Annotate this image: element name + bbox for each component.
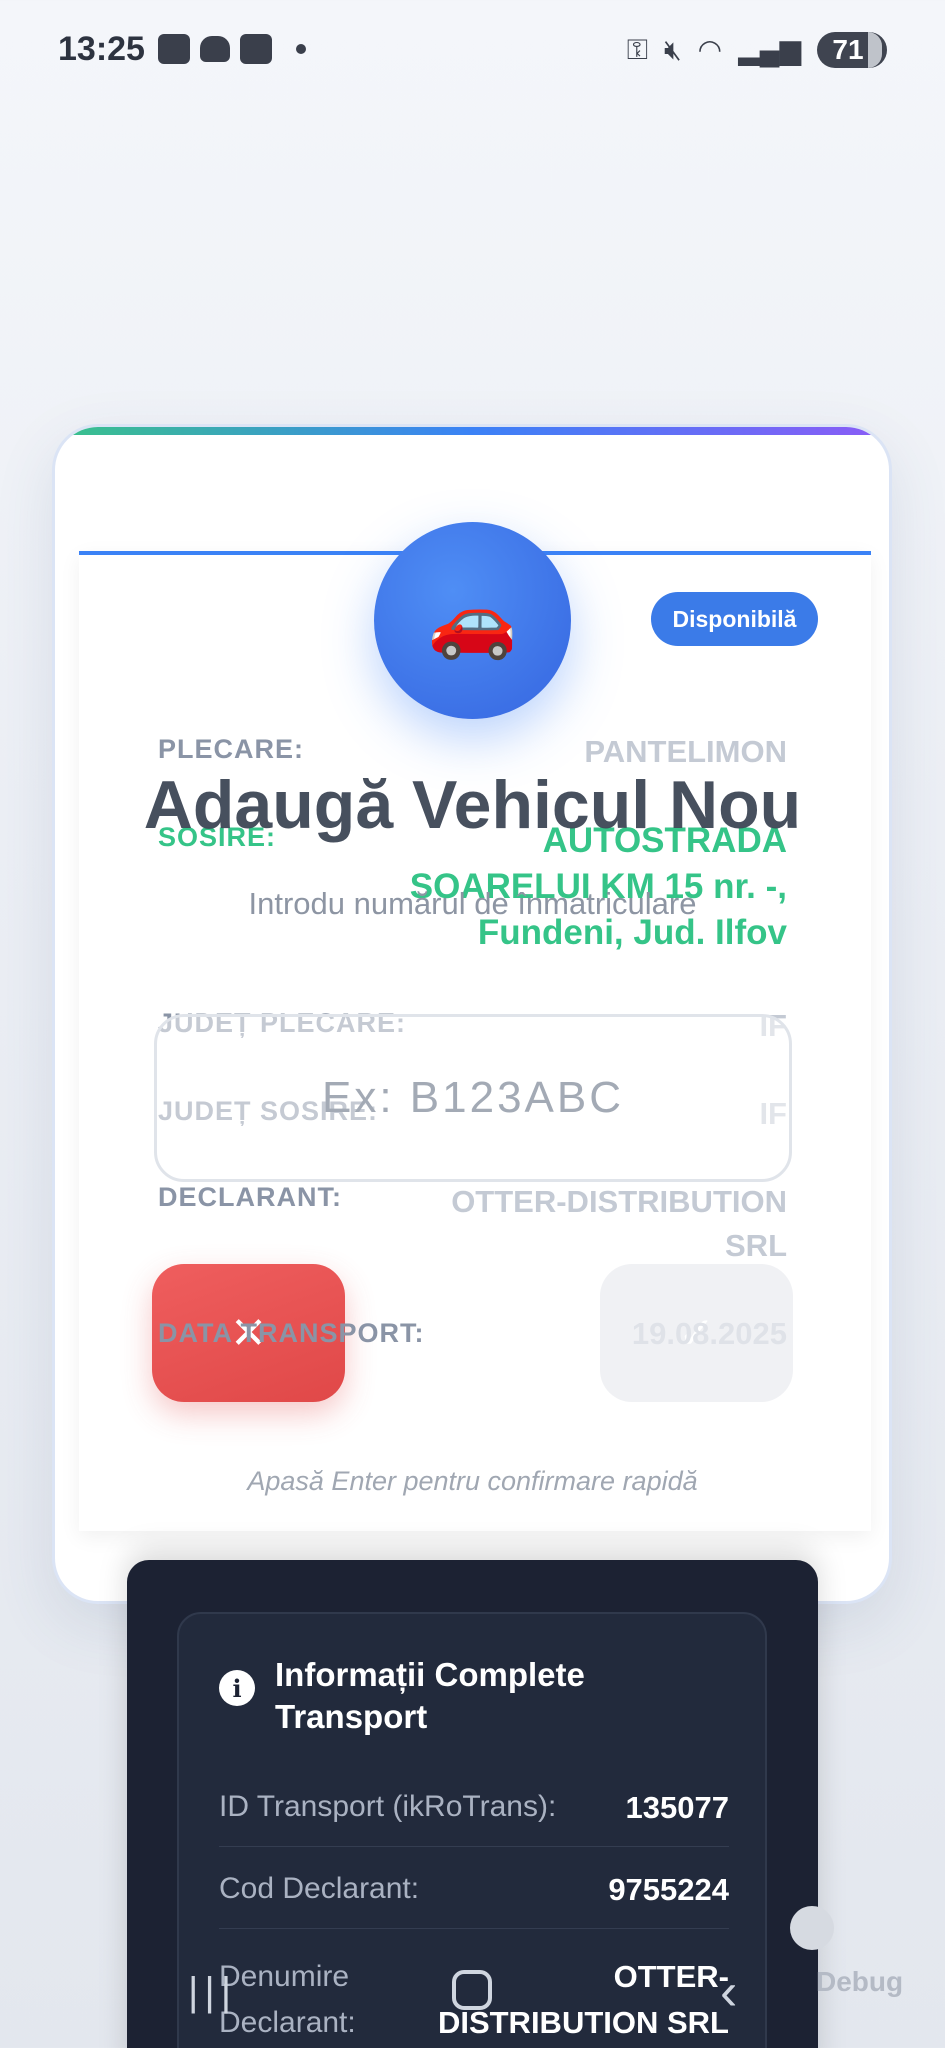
declarant-value: OTTER-DISTRIBUTION SRL — [451, 1184, 787, 1263]
info-row-label: ID Transport (ikRoTrans): — [219, 1790, 557, 1823]
modal-subtitle: Introdu numărul de înmatriculare — [248, 886, 697, 921]
mute-icon: 🔇︎ — [664, 34, 682, 65]
info-row: ID Transport (ikRoTrans): 135077 — [219, 1790, 729, 1847]
status-bar: 13:25 ⚿ 🔇︎ ◠ ▂▄▆ 71 — [0, 0, 945, 104]
more-notifications-dot-icon — [296, 44, 306, 54]
info-icon: i — [219, 1670, 255, 1706]
emag-icon — [158, 34, 190, 64]
home-icon[interactable] — [452, 1970, 492, 2010]
info-row-value: 135077 — [625, 1790, 729, 1825]
battery-indicator: 71 — [817, 32, 887, 68]
card-gradient-bar — [55, 427, 889, 435]
status-time: 13:25 — [58, 30, 145, 68]
notification-icons — [158, 34, 306, 64]
signal-icon: ▂▄▆ — [738, 34, 801, 65]
food-icon — [200, 36, 230, 62]
device-icon — [240, 34, 272, 64]
info-title: Informații Complete Transport — [275, 1656, 585, 1735]
departure-label: PLECARE: — [158, 734, 305, 764]
wifi-icon: ◠ — [697, 34, 723, 65]
status-badge: Disponibilă — [651, 592, 818, 646]
info-row-value: 9755224 — [608, 1872, 729, 1907]
modal-title: Adaugă Vehicul Nou — [143, 767, 802, 843]
transport-date-label: DATA TRANSPORT: — [158, 1318, 425, 1348]
system-icons: ⚿ 🔇︎ ◠ ▂▄▆ 71 — [627, 32, 887, 68]
plate-number-input[interactable] — [154, 1014, 792, 1182]
declarant-label: DECLARANT: — [158, 1182, 342, 1212]
info-row-label: Cod Declarant: — [219, 1872, 420, 1905]
key-icon: ⚿ — [626, 34, 649, 65]
transport-date-value: 19.08.2025 — [631, 1316, 787, 1351]
info-header: i Informații Complete Transport — [219, 1654, 675, 1738]
back-icon[interactable]: ‹ — [720, 1962, 737, 2022]
recent-apps-icon[interactable]: ||| — [188, 1970, 237, 2015]
info-row: Cod Declarant: 9755224 — [219, 1872, 729, 1929]
departure-value: PANTELIMON — [584, 734, 787, 769]
navigation-bar: ||| ‹ — [0, 1940, 945, 2048]
car-icon: 🚗 — [374, 522, 571, 719]
enter-hint: Apasă Enter pentru confirmare rapidă — [247, 1466, 698, 1496]
